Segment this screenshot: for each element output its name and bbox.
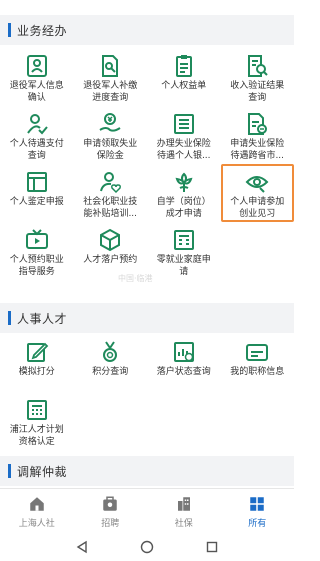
service-item[interactable]: 积分查询	[74, 336, 148, 390]
service-item[interactable]: 个人权益单	[147, 50, 221, 104]
tab-label: 上海人社	[18, 519, 55, 529]
service-item-label: 自学（岗位） 成才申请	[156, 197, 211, 219]
grid-row: 个人待遇支付 查询 申请领取失业 保险金 办理失业保险 待遇个人银... 申请失业保险…	[0, 108, 294, 162]
grid-row: 退役军人信息 确认 退役军人补缴 进度查询 个人权益单 收入验证结果 查询	[0, 50, 294, 104]
service-item[interactable]: 个人预约职业 指导服务	[0, 224, 74, 278]
section-accent-bar	[8, 311, 11, 325]
service-item-label: 退役军人补缴 进度查询	[83, 81, 138, 103]
service-item-label: 浦江人才计划 资格认定	[9, 425, 64, 447]
service-item[interactable]: 退役军人补缴 进度查询	[74, 50, 148, 104]
layout-icon	[26, 172, 47, 192]
flower-icon	[175, 172, 193, 192]
person-heart-icon	[100, 172, 122, 194]
section-title: 业务经办	[17, 23, 68, 38]
service-item[interactable]: 申请领取失业 保险金	[74, 108, 148, 162]
service-item-label: 收入验证结果 查询	[230, 81, 285, 103]
section-title: 人事人才	[17, 311, 68, 326]
service-item[interactable]: 人才落户预约	[74, 224, 148, 278]
grid-row: 个人鉴定申报 社会化职业技 能补贴培训... 自学（岗位） 成才申请 个人申请参加 创…	[0, 164, 294, 222]
service-item[interactable]: 申请失业保险 待遇跨省市...	[221, 108, 295, 162]
tab-label: 招聘	[101, 519, 120, 529]
medal-icon	[103, 341, 118, 362]
tab-label: 所有	[248, 519, 267, 529]
service-item-label: 个人预约职业 指导服务	[9, 255, 64, 277]
tab-label: 社保	[174, 519, 193, 529]
briefcase-icon	[103, 496, 117, 511]
bottom-tab-bar: 上海人社 招聘 社保 所有	[0, 488, 294, 533]
service-item[interactable]: 个人鉴定申报	[0, 166, 74, 220]
service-item-label: 个人申请参加 创业见习	[230, 197, 285, 219]
cube-icon	[100, 228, 121, 252]
service-item-label: 个人鉴定申报	[9, 197, 64, 207]
section-header-mediation: 调解仲裁	[0, 456, 294, 486]
service-item[interactable]: 收入验证结果 查询	[221, 50, 295, 104]
person-check-icon	[26, 114, 48, 135]
money-hand-icon	[99, 113, 121, 132]
tab-home[interactable]: 上海人社	[0, 489, 74, 533]
service-item[interactable]: 模拟打分	[0, 336, 74, 390]
recents-icon[interactable]	[205, 540, 219, 554]
transfer-document-icon	[248, 113, 268, 135]
document-search-icon	[102, 55, 119, 77]
service-item-label: 积分查询	[92, 367, 129, 377]
grid-row: 模拟打分 积分查询 落户状态查询 我的职称信息	[0, 336, 294, 390]
service-item-label: 个人权益单	[161, 81, 207, 91]
tab-recruit[interactable]: 招聘	[74, 489, 148, 533]
section-accent-bar	[8, 464, 11, 478]
edit-icon	[26, 342, 49, 362]
form-list-icon	[173, 114, 194, 134]
tv-icon	[25, 229, 48, 249]
search-document-icon	[248, 55, 268, 77]
service-item[interactable]: 零就业家庭申 请	[147, 224, 221, 278]
back-icon[interactable]	[75, 540, 89, 554]
service-item[interactable]: 社会化职业技 能补贴培训...	[74, 166, 148, 220]
service-item[interactable]: 落户状态查询	[147, 336, 221, 390]
service-item-label: 零就业家庭申 请	[156, 255, 211, 277]
tab-social-security[interactable]: 社保	[147, 489, 221, 533]
system-navigation-bar	[0, 532, 294, 561]
id-card-icon	[26, 55, 47, 77]
chart-document-icon	[173, 342, 194, 362]
grid-form-icon	[173, 230, 194, 250]
section-header-talent: 人事人才	[0, 303, 294, 333]
service-item[interactable]: 办理失业保险 待遇个人银...	[147, 108, 221, 162]
card-icon	[246, 344, 269, 361]
service-item-label: 申请领取失业 保险金	[83, 139, 138, 161]
building-icon	[177, 497, 190, 511]
grid-row: 个人预约职业 指导服务 人才落户预约 零就业家庭申 请	[0, 224, 294, 278]
service-item[interactable]: 自学（岗位） 成才申请	[147, 166, 221, 220]
section-title: 调解仲裁	[17, 464, 68, 479]
watermark: 中国·临港	[118, 274, 153, 283]
service-item-label: 模拟打分	[18, 367, 55, 377]
clipboard-icon	[175, 55, 192, 77]
service-item-label: 落户状态查询	[156, 367, 211, 377]
home-circle-icon[interactable]	[140, 540, 154, 554]
service-item[interactable]: 浦江人才计划 资格认定	[0, 394, 74, 448]
grid-row: 浦江人才计划 资格认定	[0, 394, 294, 448]
section-grid-business: 退役军人信息 确认 退役军人补缴 进度查询 个人权益单 收入验证结果 查询个人待遇支付…	[0, 50, 294, 282]
eye-icon	[245, 176, 269, 193]
tab-all[interactable]: 所有	[221, 489, 295, 533]
service-item-label: 办理失业保险 待遇个人银...	[156, 139, 211, 161]
service-item-label: 个人待遇支付 查询	[9, 139, 64, 161]
service-item[interactable]: 我的职称信息	[221, 336, 295, 390]
section-grid-talent: 模拟打分 积分查询 落户状态查询 我的职称信息浦江人才计划 资格认定	[0, 336, 294, 452]
service-item[interactable]: 个人待遇支付 查询	[0, 108, 74, 162]
section-accent-bar	[8, 23, 11, 37]
home-icon	[30, 497, 44, 511]
service-item-label: 我的职称信息	[230, 367, 285, 377]
service-item[interactable]: 退役军人信息 确认	[0, 50, 74, 104]
service-item-label: 人才落户预约	[83, 255, 138, 265]
section-header-business: 业务经办	[0, 15, 294, 45]
service-item-label: 申请失业保险 待遇跨省市...	[230, 139, 285, 161]
calculator-icon	[26, 400, 47, 420]
service-item-label: 社会化职业技 能补贴培训...	[83, 197, 138, 219]
service-item-label: 退役军人信息 确认	[9, 81, 64, 103]
service-item[interactable]: 个人申请参加 创业见习	[220, 164, 294, 222]
grid-icon	[250, 497, 264, 511]
